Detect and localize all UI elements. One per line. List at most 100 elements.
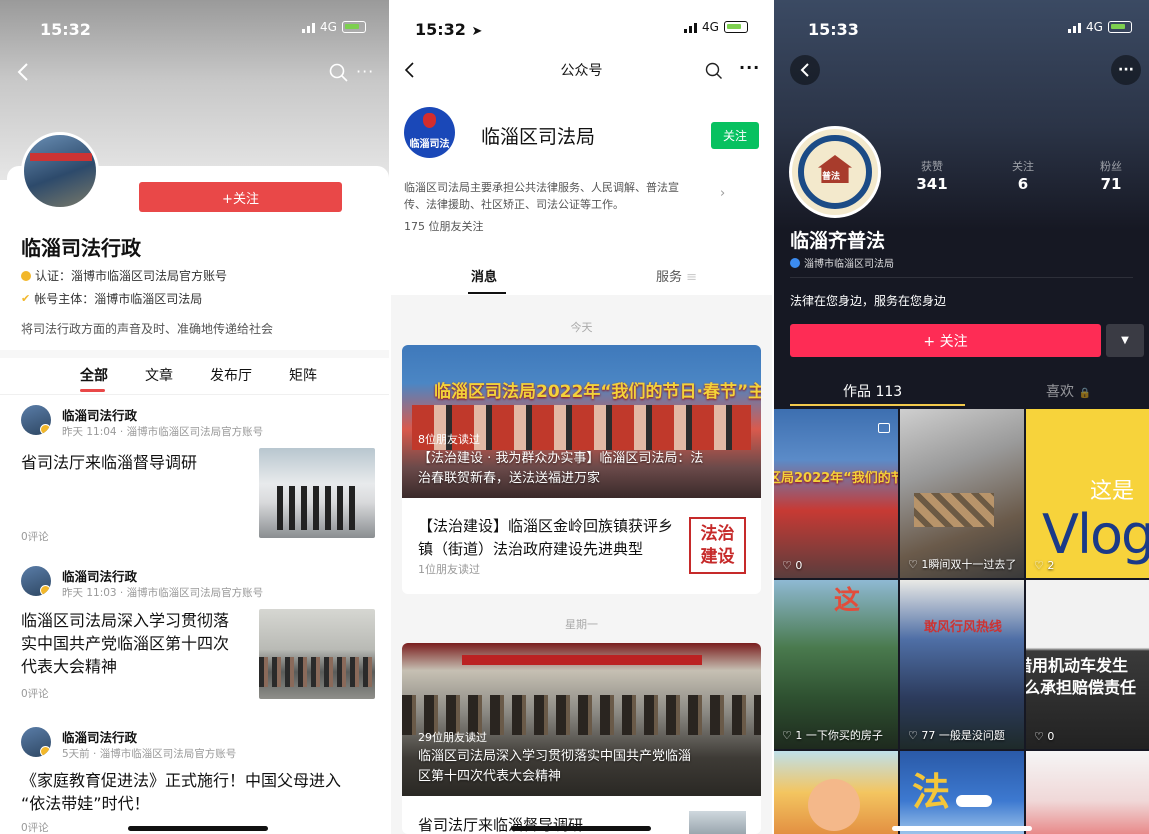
tab-works[interactable]: 作品 113 xyxy=(843,381,902,401)
follow-button[interactable]: + 关注 xyxy=(790,324,1101,357)
article-thumbnail xyxy=(689,811,746,834)
divider xyxy=(0,350,389,358)
likes-count[interactable]: 341 xyxy=(902,175,962,193)
tab-indicator xyxy=(80,389,105,392)
search-icon[interactable] xyxy=(329,63,349,83)
tab-all[interactable]: 全部 xyxy=(80,365,108,385)
tab-likes[interactable]: 喜欢 🔒 xyxy=(1046,381,1091,401)
divider xyxy=(790,277,1133,278)
more-icon[interactable]: ··· xyxy=(739,58,760,77)
following-count[interactable]: 6 xyxy=(993,175,1053,193)
tab-services[interactable]: 服务 ≡ xyxy=(656,266,697,285)
search-icon[interactable] xyxy=(705,62,723,80)
network-label: 4G xyxy=(1086,20,1103,34)
video-tile[interactable]: 法 xyxy=(900,751,1024,834)
menu-icon: ≡ xyxy=(686,270,698,285)
tile-caption: ♡ 77 一般是没问题 xyxy=(908,729,1005,742)
followers-count[interactable]: 71 xyxy=(1081,175,1141,193)
back-icon[interactable] xyxy=(16,62,30,82)
battery-icon xyxy=(723,21,748,33)
caret-down-icon: ▼ xyxy=(1121,335,1129,346)
article-title[interactable]: 【法治建设】临淄区金岭回族镇获评乡 xyxy=(418,515,673,537)
avatar: 普法 xyxy=(789,126,881,218)
follow-button[interactable]: +关注 xyxy=(139,182,342,212)
message-card[interactable]: 29位朋友读过 临淄区司法局深入学习贯彻落实中国共产党临淄 区第十四次代表大会精… xyxy=(402,643,761,834)
toutiao-profile-panel: 15:32 4G ··· +关注 临淄司法行政 认证：淄博市临淄区司法局官方账号… xyxy=(0,0,389,834)
stat-label: 关注 xyxy=(1012,160,1034,173)
account-name: 临淄区司法局 xyxy=(481,126,596,148)
tile-text: 这是 xyxy=(1090,479,1135,504)
back-button[interactable] xyxy=(790,55,820,85)
status-time: 15:32 ➤ xyxy=(415,20,483,39)
post-author: 临淄司法行政 xyxy=(62,569,138,584)
account-name: 临淄齐普法 xyxy=(790,230,886,252)
tab-indicator xyxy=(468,292,506,294)
friends-count: 175 位朋友关注 xyxy=(404,220,484,233)
back-icon xyxy=(800,63,809,77)
message-card[interactable]: 临淄区司法局2022年“我们的节日·春节”主题活动 8位朋友读过 【法治建设 ·… xyxy=(402,345,761,594)
read-count: 29位朋友读过 xyxy=(418,731,487,744)
tile-caption: ♡ 1瞬间双十一过去了 xyxy=(908,558,1017,571)
post-title: 《家庭教育促进法》正式施行！中国父母进入 xyxy=(21,771,342,790)
tab-release-hall[interactable]: 发布厅 xyxy=(210,365,252,385)
more-icon[interactable]: ··· xyxy=(1111,55,1141,85)
chevron-right-icon[interactable]: › xyxy=(720,186,725,201)
battery-icon xyxy=(1107,21,1132,33)
post-thumbnail xyxy=(259,448,375,538)
post-comments: 0评论 xyxy=(21,531,49,543)
video-tile[interactable] xyxy=(1026,751,1149,834)
tile-caption: ♡ 0 xyxy=(1034,730,1055,743)
tab-articles[interactable]: 文章 xyxy=(145,365,173,385)
network-label: 4G xyxy=(320,20,337,34)
post-meta: 5天前 · 淄博市临淄区司法局官方账号 xyxy=(62,748,237,760)
bio: 法律在您身边，服务在您身边 xyxy=(790,294,947,308)
post-author: 临淄司法行政 xyxy=(62,408,138,423)
home-indicator[interactable] xyxy=(892,826,1032,831)
account-description: 临淄区司法局主要承担公共法律服务、人民调解、普法宣 xyxy=(404,181,679,194)
cover-banner: 临淄区司法局2022年“我们的节日·春节”主题活动 xyxy=(434,382,761,402)
tab-messages[interactable]: 消息 xyxy=(471,266,497,285)
tile-caption: ♡ 1 一下你买的房子 xyxy=(782,729,883,742)
article-title: 临淄区司法局深入学习贯彻落实中国共产党临淄 xyxy=(418,749,692,764)
network-label: 4G xyxy=(702,20,719,34)
article-title: 治春联贺新春，送法送福进万家 xyxy=(418,471,601,486)
post-title: 临淄区司法局深入学习贯彻落 xyxy=(21,611,230,630)
post-author: 临淄司法行政 xyxy=(62,730,138,745)
status-bar: 4G xyxy=(684,20,748,34)
divider xyxy=(0,394,389,395)
tile-text: Vlog xyxy=(1042,503,1149,566)
video-tile[interactable]: 区局2022年“我们的节日·春节 ♡ 0 xyxy=(774,409,898,578)
post-comments: 0评论 xyxy=(21,822,49,834)
tab-indicator xyxy=(790,404,965,406)
read-count: 8位朋友读过 xyxy=(418,433,480,446)
stat-label: 粉丝 xyxy=(1100,160,1122,173)
article-cover[interactable]: 29位朋友读过 临淄区司法局深入学习贯彻落实中国共产党临淄 区第十四次代表大会精… xyxy=(402,643,761,796)
post-title: 代表大会精神 xyxy=(21,657,118,676)
video-tile[interactable]: 这 ♡ 1 一下你买的房子 xyxy=(774,580,898,749)
tile-banner: 敢风行风热线 xyxy=(924,620,1003,635)
video-tile[interactable]: 借用机动车发生 么承担赔偿责任 ♡ 0 xyxy=(1026,580,1149,749)
video-tile[interactable]: 这是 Vlog ♡ 2 xyxy=(1026,409,1149,578)
avatar xyxy=(21,132,99,210)
video-tile[interactable] xyxy=(774,751,898,834)
tile-banner: 这 xyxy=(834,586,861,616)
article-title[interactable]: 镇（街道）法治政府建设先进典型 xyxy=(418,538,643,560)
article-title[interactable]: 省司法厅来临淄督导调研 xyxy=(418,814,583,834)
post-avatar xyxy=(21,405,51,435)
video-tile[interactable]: 敢风行风热线 ♡ 77 一般是没问题 xyxy=(900,580,1024,749)
tab-matrix[interactable]: 矩阵 xyxy=(289,365,317,385)
post-title: 实中国共产党临淄区第十四次 xyxy=(21,634,230,653)
account-logo: 临淄司法 xyxy=(404,107,455,158)
location-icon: ➤ xyxy=(471,24,483,39)
article-cover[interactable]: 临淄区司法局2022年“我们的节日·春节”主题活动 8位朋友读过 【法治建设 ·… xyxy=(402,345,761,498)
home-indicator[interactable] xyxy=(128,826,268,831)
dropdown-button[interactable]: ▼ xyxy=(1106,324,1144,357)
signal-icon xyxy=(684,21,697,33)
article-thumbnail: 法治 建设 xyxy=(689,517,746,574)
more-icon[interactable]: ··· xyxy=(356,62,374,81)
status-bar: 4G xyxy=(1068,20,1132,34)
follow-button[interactable]: 关注 xyxy=(711,122,759,149)
video-tile[interactable]: ♡ 1瞬间双十一过去了 xyxy=(900,409,1024,578)
home-indicator[interactable] xyxy=(511,826,651,831)
account-name: 临淄司法行政 xyxy=(21,236,141,260)
